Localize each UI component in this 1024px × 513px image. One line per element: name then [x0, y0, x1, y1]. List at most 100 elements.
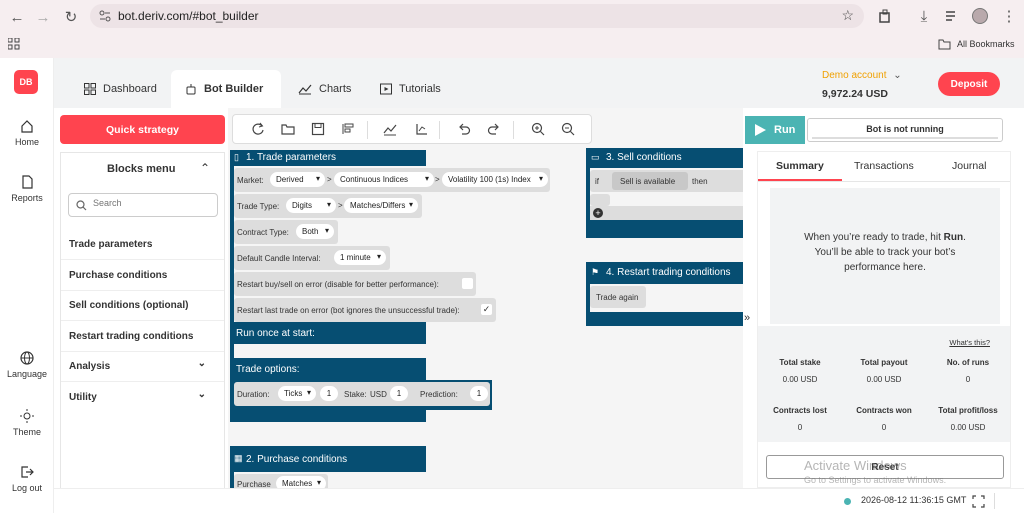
app-logo[interactable]: DB [14, 70, 38, 94]
run-button[interactable]: Run [745, 116, 805, 144]
duration-unit-dropdown[interactable]: Ticks ▾ [278, 386, 316, 401]
block-item-purchase-conditions[interactable]: Purchase conditions [61, 261, 224, 291]
block-purchase-conditions-header[interactable]: ▦ 2. Purchase conditions [230, 446, 426, 472]
apps-grid-icon[interactable] [8, 38, 20, 50]
fullscreen-icon[interactable] [972, 495, 985, 508]
block-item-utility[interactable]: Utility ⌄ [61, 383, 224, 413]
forward-icon[interactable]: → [32, 6, 54, 28]
dropdown-arrow-icon: ▾ [424, 174, 429, 183]
site-info-icon[interactable] [99, 10, 111, 22]
status-footer: 2026-08-12 11:36:15 GMT [54, 488, 1024, 513]
tab-bot-builder[interactable]: Bot Builder [171, 70, 281, 108]
block-trade-parameters-header[interactable]: ▯ 1. Trade parameters [230, 150, 426, 166]
trade-options-header[interactable]: Trade options: [230, 358, 426, 380]
search-box[interactable] [68, 193, 218, 217]
dropdown-arrow-icon: ▾ [316, 478, 321, 487]
trade-again-row[interactable]: Trade again [590, 286, 646, 308]
block-title: 4. Restart trading conditions [606, 267, 731, 278]
sidebar-item-reports[interactable]: Reports [0, 174, 54, 203]
status-progress-track [812, 137, 998, 139]
sort-blocks-icon[interactable] [341, 122, 355, 136]
block-item-sell-conditions[interactable]: Sell conditions (optional) [61, 291, 224, 321]
profile-avatar[interactable] [972, 8, 988, 24]
restart-buysell-row: Restart buy/sell on error (disable for b… [234, 272, 476, 296]
restart-last-checkbox[interactable]: ✓ [481, 304, 492, 315]
zoom-out-icon[interactable] [561, 122, 575, 136]
symbol-dropdown[interactable]: Volatility 100 (1s) Index ▾ [442, 172, 548, 187]
candle-interval-row: Default Candle Interval: 1 minute ▾ [234, 246, 390, 270]
run-once-label: Run once at start: [236, 328, 315, 339]
download-icon[interactable]: ⤓ [913, 5, 935, 27]
chevron-up-icon[interactable]: ⌃ [200, 161, 210, 175]
reload-icon[interactable]: ↻ [60, 6, 82, 28]
sell-icon: ▭ [591, 152, 600, 162]
trade-subtype-dropdown[interactable]: Matches/Differs ▾ [344, 198, 418, 213]
blockly-workspace[interactable]: ▯ 1. Trade parameters Market: Derived ▾ >… [228, 108, 743, 488]
sidebar-item-logout[interactable]: Log out [0, 464, 54, 493]
trade-type-row: Trade Type: Digits ▾ > Matches/Differs ▾ [234, 194, 422, 218]
save-icon[interactable] [311, 122, 325, 136]
expand-panel-icon[interactable]: » [744, 312, 750, 324]
restart-block-footer [586, 312, 743, 326]
sidebar-label-home: Home [14, 137, 39, 147]
quick-strategy-button[interactable]: Quick strategy [60, 115, 225, 144]
dashboard-icon [84, 83, 96, 95]
market-row: Market: Derived ▾ > Continuous Indices ▾ >… [234, 168, 550, 192]
prediction-input[interactable]: 1 [470, 386, 488, 401]
restart-buysell-checkbox[interactable] [462, 278, 473, 289]
stat-value: 0.00 USD [950, 423, 986, 432]
deposit-button[interactable]: Deposit [938, 72, 1000, 96]
tab-journal[interactable]: Journal [952, 160, 986, 172]
tab-dashboard[interactable]: Dashboard [84, 70, 157, 108]
purchase-dropdown[interactable]: Matches ▾ [276, 476, 326, 488]
block-title: 2. Purchase conditions [246, 454, 348, 465]
all-bookmarks[interactable]: All Bookmarks [957, 39, 1015, 49]
tab-charts[interactable]: Charts [298, 70, 351, 108]
trading-view-icon[interactable] [415, 122, 429, 136]
zoom-in-icon[interactable] [531, 122, 545, 136]
chart-icon[interactable] [383, 122, 397, 136]
whats-this-link[interactable]: What's this? [949, 338, 990, 347]
submarket-dropdown[interactable]: Continuous Indices ▾ [334, 172, 434, 187]
tab-summary[interactable]: Summary [776, 160, 824, 172]
add-icon[interactable]: + [593, 208, 603, 218]
trade-type-dropdown[interactable]: Digits ▾ [286, 198, 336, 213]
url-text: bot.deriv.com/#bot_builder [118, 9, 259, 23]
chevron-down-icon: ⌄ [893, 70, 902, 81]
duration-input[interactable]: 1 [320, 386, 338, 401]
search-input[interactable] [93, 198, 211, 208]
tutorials-icon [380, 83, 392, 95]
flag-icon: ⚑ [591, 267, 600, 277]
address-bar[interactable]: bot.deriv.com/#bot_builder ☆ [90, 4, 864, 28]
tab-dashboard-label: Dashboard [103, 83, 157, 95]
block-item-restart-trading[interactable]: Restart trading conditions [61, 322, 224, 352]
undo-icon[interactable] [457, 122, 471, 136]
reset-icon[interactable] [251, 122, 265, 136]
stat-value: 0 [881, 423, 887, 432]
candle-interval-dropdown[interactable]: 1 minute ▾ [334, 250, 386, 265]
then-label: then [692, 177, 708, 186]
block-restart-trading-header[interactable]: ⚑ 4. Restart trading conditions [586, 262, 743, 284]
sidebar-item-theme[interactable]: Theme [0, 408, 54, 437]
block-item-trade-parameters[interactable]: Trade parameters [61, 230, 224, 260]
tab-transactions[interactable]: Transactions [854, 160, 914, 172]
bookmark-star-icon[interactable]: ☆ [841, 7, 854, 24]
tab-tutorials[interactable]: Tutorials [380, 70, 441, 108]
stake-input[interactable]: 1 [390, 386, 408, 401]
block-item-analysis[interactable]: Analysis ⌄ [61, 352, 224, 382]
sidebar-item-language[interactable]: Language [0, 350, 54, 379]
run-once-header[interactable]: Run once at start: [230, 322, 426, 344]
extensions-icon[interactable] [878, 9, 892, 23]
menu-icon[interactable]: ⋮ [998, 5, 1020, 27]
open-folder-icon[interactable] [281, 122, 295, 136]
back-icon[interactable]: ← [6, 6, 28, 28]
market-dropdown[interactable]: Derived ▾ [270, 172, 325, 187]
reading-list-icon[interactable] [945, 9, 959, 23]
block-sell-conditions-header[interactable]: ▭ 3. Sell conditions [586, 148, 743, 168]
contract-type-dropdown[interactable]: Both ▾ [296, 224, 334, 239]
sell-footer-row: + [590, 206, 743, 220]
sidebar-item-home[interactable]: Home [0, 118, 54, 147]
account-switcher[interactable]: Demo account ⌄ [822, 70, 902, 81]
tab-divider [758, 181, 1010, 182]
redo-icon[interactable] [487, 122, 501, 136]
